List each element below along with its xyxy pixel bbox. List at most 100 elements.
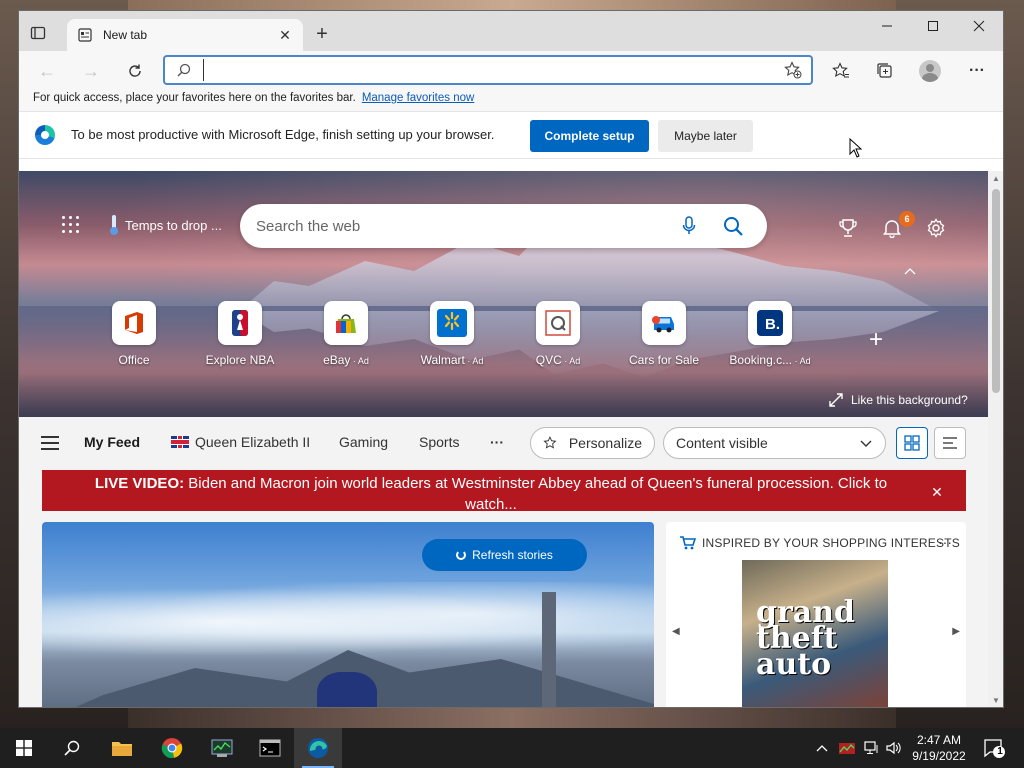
thermometer-icon — [109, 215, 119, 235]
action-center-button[interactable]: 1 — [982, 736, 1006, 760]
volume-button[interactable] — [884, 728, 904, 768]
tab-queen-elizabeth[interactable]: Queen Elizabeth II — [171, 434, 310, 450]
live-video-banner[interactable]: LIVE VIDEO: Biden and Macron join world … — [42, 470, 966, 513]
collections-button[interactable] — [873, 59, 897, 83]
tray-app-icon[interactable] — [836, 728, 858, 768]
tab-sports[interactable]: Sports — [419, 434, 459, 450]
close-tab-icon[interactable]: ✕ — [277, 27, 293, 43]
refresh-button[interactable] — [123, 59, 147, 83]
nba-icon — [218, 301, 262, 345]
taskbar-search-button[interactable] — [48, 728, 96, 768]
weather-widget[interactable]: Temps to drop ... — [109, 215, 222, 235]
tab-my-feed[interactable]: My Feed — [84, 434, 140, 450]
forward-button[interactable]: → — [79, 59, 103, 83]
quick-link-office[interactable]: Office — [84, 301, 184, 367]
address-bar[interactable] — [163, 55, 813, 85]
network-button[interactable] — [862, 728, 882, 768]
setup-banner-message: To be most productive with Microsoft Edg… — [71, 127, 495, 142]
carousel-prev-button[interactable]: ◀ — [672, 626, 680, 637]
show-hidden-icons-button[interactable] — [814, 728, 830, 768]
page-scrollbar[interactable]: ▲ ▼ — [988, 171, 1003, 707]
product-cover-text: grand theft auto — [756, 595, 856, 682]
feed-navigation: My Feed Queen Elizabeth II Gaming Sports… — [19, 417, 988, 469]
quick-link-qvc[interactable]: QVC · Ad — [508, 301, 608, 367]
list-view-icon — [943, 437, 957, 449]
quick-link-walmart[interactable]: Walmart · Ad — [402, 301, 502, 367]
quick-link-cars-for-sale[interactable]: Cars for Sale — [614, 301, 714, 367]
address-input[interactable] — [203, 59, 781, 81]
quick-link-ebay[interactable]: eBay · Ad — [296, 301, 396, 367]
taskbar-task-manager[interactable] — [198, 728, 246, 768]
search-submit-icon[interactable] — [721, 214, 745, 238]
settings-and-more-button[interactable]: ··· — [965, 59, 989, 83]
maximize-button[interactable] — [910, 11, 956, 41]
terminal-icon — [259, 739, 281, 757]
taskbar-command-prompt[interactable] — [246, 728, 294, 768]
manage-favorites-link[interactable]: Manage favorites now — [362, 92, 475, 104]
edge-window: New tab ✕ + ← → ··· For quick access, pl… — [18, 10, 1004, 708]
shopping-card-more-button[interactable]: ··· — [938, 534, 952, 550]
maximize-icon — [928, 21, 938, 31]
folder-icon — [112, 742, 132, 756]
page-settings-button[interactable] — [925, 217, 947, 239]
quick-link-label: Office — [118, 353, 150, 367]
maybe-later-button[interactable]: Maybe later — [658, 120, 753, 152]
like-background-button[interactable]: Like this background? — [829, 393, 968, 407]
like-background-label: Like this background? — [851, 393, 968, 407]
scroll-down-arrow-icon[interactable]: ▼ — [988, 693, 1003, 707]
quick-link-booking[interactable]: B. Booking.c... · Ad — [720, 301, 820, 367]
close-banner-icon[interactable]: ✕ — [930, 482, 944, 500]
complete-setup-button[interactable]: Complete setup — [530, 120, 649, 152]
edge-logo-icon — [35, 125, 55, 145]
content-visibility-dropdown[interactable]: Content visible — [663, 427, 886, 459]
rewards-button[interactable] — [837, 217, 859, 239]
refresh-stories-button[interactable]: Refresh stories — [422, 539, 587, 571]
minimize-icon — [882, 25, 892, 27]
chevron-down-icon — [860, 440, 872, 447]
trophy-icon — [839, 219, 857, 237]
start-button[interactable] — [0, 728, 48, 768]
collapse-quick-links-button[interactable] — [903, 263, 917, 277]
scrollbar-thumb[interactable] — [992, 189, 1000, 393]
personalize-star-icon — [543, 436, 557, 449]
quick-link-label: eBay — [323, 353, 351, 367]
forward-arrow-icon: → — [82, 60, 100, 81]
windows-logo-icon — [16, 740, 32, 756]
grid-view-button[interactable] — [896, 427, 928, 459]
microphone-icon[interactable] — [677, 214, 701, 238]
shopping-card: INSPIRED BY YOUR SHOPPING INTERESTS ··· … — [666, 522, 966, 707]
profile-button[interactable] — [918, 59, 942, 83]
personalize-button[interactable]: Personalize — [530, 427, 655, 459]
new-tab-button[interactable]: + — [311, 24, 333, 46]
product-image[interactable]: grand theft auto — [742, 560, 888, 707]
taskbar-chrome[interactable] — [148, 728, 196, 768]
tab-gaming[interactable]: Gaming — [339, 434, 388, 450]
minimize-button[interactable] — [864, 11, 910, 41]
add-favorite-icon[interactable] — [781, 58, 805, 82]
close-window-button[interactable] — [956, 11, 1002, 41]
tab-new-tab[interactable]: New tab ✕ — [67, 19, 303, 51]
clock-date: 9/19/2022 — [912, 749, 966, 763]
scroll-up-arrow-icon[interactable]: ▲ — [988, 171, 1003, 187]
quick-link-label: Explore NBA — [205, 353, 275, 367]
carousel-next-button[interactable]: ▶ — [952, 626, 960, 637]
tab-strip: New tab ✕ + — [19, 11, 1003, 51]
quick-link-explore-nba[interactable]: Explore NBA — [190, 301, 290, 367]
list-view-button[interactable] — [934, 427, 966, 459]
speaker-icon — [886, 741, 901, 755]
feed-menu-button[interactable] — [41, 436, 59, 450]
app-launcher-button[interactable] — [61, 215, 81, 235]
tab-title: New tab — [103, 28, 148, 42]
taskbar-file-explorer[interactable] — [98, 728, 146, 768]
favorites-button[interactable] — [829, 59, 853, 83]
taskbar-clock[interactable]: 2:47 AM 9/19/2022 — [906, 732, 972, 764]
taskbar-edge[interactable] — [294, 728, 342, 768]
add-quick-link-button[interactable]: + — [865, 328, 887, 352]
navigation-toolbar: ← → ··· — [19, 51, 1003, 89]
back-button[interactable]: ← — [35, 59, 59, 83]
tab-actions-menu-button[interactable] — [27, 22, 49, 44]
expand-icon — [829, 393, 843, 407]
gear-icon — [927, 218, 945, 238]
more-feed-tabs-button[interactable]: ··· — [490, 434, 504, 450]
web-search-box[interactable]: Search the web — [240, 204, 767, 248]
